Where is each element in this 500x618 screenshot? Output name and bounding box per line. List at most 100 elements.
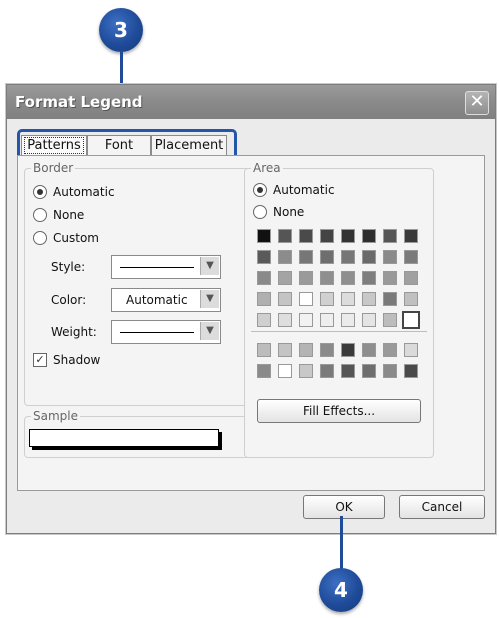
color-swatch[interactable]	[278, 364, 292, 378]
color-swatch[interactable]	[362, 250, 376, 264]
color-swatch[interactable]	[404, 343, 418, 357]
color-swatch[interactable]	[299, 343, 313, 357]
border-custom-radio[interactable]	[33, 231, 47, 245]
color-swatch[interactable]	[320, 229, 334, 243]
color-swatch[interactable]	[383, 229, 397, 243]
border-automatic-radio[interactable]	[33, 185, 47, 199]
area-automatic-option[interactable]: Automatic	[253, 183, 335, 197]
tab-patterns-label: Patterns	[24, 137, 84, 154]
color-swatch[interactable]	[404, 229, 418, 243]
color-swatch[interactable]	[383, 343, 397, 357]
chevron-down-icon[interactable]: ▼	[200, 290, 219, 308]
color-swatch[interactable]	[299, 250, 313, 264]
color-swatch[interactable]	[383, 364, 397, 378]
color-swatch[interactable]	[362, 271, 376, 285]
color-swatch[interactable]	[257, 364, 271, 378]
color-swatch[interactable]	[383, 292, 397, 306]
color-swatch[interactable]	[278, 250, 292, 264]
callout-3-badge: 3	[99, 8, 143, 52]
border-group-label: Border	[31, 161, 76, 175]
color-swatch[interactable]	[362, 229, 376, 243]
fill-effects-button[interactable]: Fill Effects...	[257, 399, 421, 423]
color-swatch[interactable]	[341, 292, 355, 306]
style-label: Style:	[51, 260, 86, 274]
area-automatic-radio[interactable]	[253, 183, 267, 197]
tab-placement[interactable]: Placement	[151, 135, 227, 156]
color-swatch[interactable]	[341, 343, 355, 357]
color-swatch[interactable]	[299, 364, 313, 378]
color-swatch[interactable]	[257, 313, 271, 327]
area-group: Area Automatic None Fill Effects...	[244, 161, 434, 458]
tab-font[interactable]: Font	[87, 135, 151, 156]
color-swatch[interactable]	[299, 292, 313, 306]
color-swatch[interactable]	[362, 292, 376, 306]
extra-color-palette	[257, 343, 427, 383]
color-swatch[interactable]	[320, 364, 334, 378]
palette-divider	[251, 331, 427, 332]
color-swatch[interactable]	[320, 250, 334, 264]
color-swatch[interactable]	[362, 313, 376, 327]
border-group: Border Automatic None Custom Style: ▼ Co…	[24, 161, 252, 406]
color-swatch[interactable]	[257, 229, 271, 243]
close-icon: ✕	[469, 91, 485, 112]
color-swatch[interactable]	[278, 343, 292, 357]
color-swatch[interactable]	[257, 292, 271, 306]
weight-combo[interactable]: ▼	[111, 320, 221, 344]
color-swatch[interactable]	[404, 292, 418, 306]
color-swatch[interactable]	[341, 229, 355, 243]
color-swatch[interactable]	[278, 229, 292, 243]
border-none-option[interactable]: None	[33, 208, 84, 222]
sample-group: Sample	[24, 409, 252, 458]
color-swatch[interactable]	[320, 313, 334, 327]
weight-label: Weight:	[51, 325, 97, 339]
color-swatch[interactable]	[341, 271, 355, 285]
shadow-option[interactable]: ✓ Shadow	[33, 353, 100, 367]
color-swatch[interactable]	[362, 343, 376, 357]
close-button[interactable]: ✕	[465, 91, 489, 115]
border-automatic-option[interactable]: Automatic	[33, 185, 115, 199]
color-swatch[interactable]	[383, 250, 397, 264]
color-swatch[interactable]	[299, 313, 313, 327]
color-swatch[interactable]	[320, 292, 334, 306]
color-swatch[interactable]	[341, 364, 355, 378]
border-custom-label: Custom	[53, 231, 99, 245]
color-swatch[interactable]	[278, 271, 292, 285]
style-line-preview	[120, 267, 194, 268]
color-swatch[interactable]	[278, 313, 292, 327]
color-swatch[interactable]	[257, 271, 271, 285]
color-swatch[interactable]	[362, 364, 376, 378]
area-none-radio[interactable]	[253, 205, 267, 219]
color-swatch[interactable]	[402, 311, 420, 329]
sample-preview	[29, 429, 219, 447]
tab-font-label: Font	[104, 138, 134, 153]
cancel-button[interactable]: Cancel	[399, 495, 485, 519]
color-swatch[interactable]	[383, 271, 397, 285]
color-swatch[interactable]	[383, 313, 397, 327]
border-custom-option[interactable]: Custom	[33, 231, 99, 245]
color-combo[interactable]: Automatic ▼	[111, 288, 221, 312]
color-swatch[interactable]	[404, 271, 418, 285]
area-none-option[interactable]: None	[253, 205, 304, 219]
border-none-radio[interactable]	[33, 208, 47, 222]
shadow-checkbox[interactable]: ✓	[33, 353, 47, 367]
callout-4-connector	[340, 516, 343, 572]
ok-button[interactable]: OK	[303, 495, 385, 519]
color-swatch[interactable]	[404, 250, 418, 264]
color-swatch[interactable]	[341, 250, 355, 264]
area-group-label: Area	[251, 161, 283, 175]
color-swatch[interactable]	[320, 343, 334, 357]
style-combo[interactable]: ▼	[111, 255, 221, 279]
color-swatch[interactable]	[404, 364, 418, 378]
color-swatch[interactable]	[299, 229, 313, 243]
color-swatch[interactable]	[299, 271, 313, 285]
color-swatch[interactable]	[257, 250, 271, 264]
color-swatch[interactable]	[341, 313, 355, 327]
tab-patterns[interactable]: Patterns	[21, 135, 87, 156]
area-automatic-label: Automatic	[273, 183, 335, 197]
color-swatch[interactable]	[320, 271, 334, 285]
color-palette	[257, 229, 427, 329]
color-swatch[interactable]	[257, 343, 271, 357]
chevron-down-icon[interactable]: ▼	[200, 257, 219, 275]
color-swatch[interactable]	[278, 292, 292, 306]
chevron-down-icon[interactable]: ▼	[200, 322, 219, 340]
